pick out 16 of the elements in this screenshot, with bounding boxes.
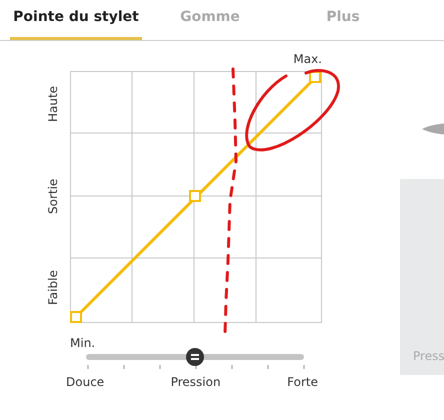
min-label: Min. — [70, 336, 96, 350]
curve-handle[interactable] — [309, 71, 321, 83]
curve-handle[interactable] — [70, 311, 82, 323]
slider-min-label: Douce — [66, 375, 104, 389]
axis-label: Sortie — [46, 177, 60, 216]
preview-text: Press — [412, 349, 444, 365]
slider-label: Pression — [170, 375, 221, 389]
tab[interactable]: Pointe du stylet — [10, 0, 142, 40]
slider-max-label: Forte — [287, 375, 318, 389]
axis-label: Faible — [46, 270, 60, 308]
max-label: Max. — [293, 52, 322, 68]
tab[interactable]: Gomme — [142, 0, 278, 40]
slider-thumb[interactable] — [186, 348, 204, 366]
curve-handle[interactable] — [189, 190, 201, 202]
axis-label: Haute — [46, 84, 60, 124]
tab[interactable]: Plus — [278, 0, 408, 40]
